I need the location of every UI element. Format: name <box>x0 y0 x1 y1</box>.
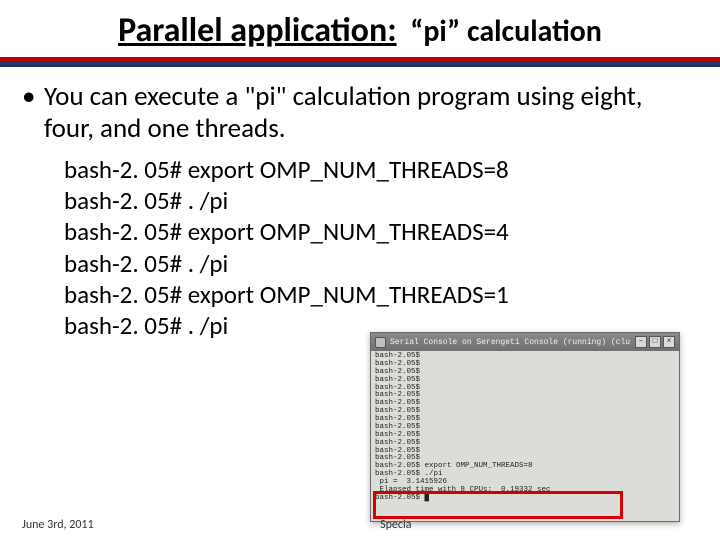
title-main: Parallel application: <box>118 10 396 51</box>
slide: Parallel application: “pi” calculation •… <box>0 0 720 540</box>
minimize-button[interactable]: – <box>635 336 647 348</box>
term-line: bash-2.05$ <box>375 361 675 369</box>
term-line: bash-2.05$ <box>375 448 675 456</box>
term-line: bash-2.05$ <box>375 392 675 400</box>
console-output[interactable]: bash-2.05$ bash-2.05$ bash-2.05$ bash-2.… <box>371 351 679 521</box>
bullet-item: • You can execute a "pi" calculation pro… <box>22 81 698 146</box>
console-titlebar[interactable]: Serial Console on Serengeti Console (run… <box>371 333 679 351</box>
cmd-line: bash-2. 05# . /pi <box>64 248 698 279</box>
term-line: bash-2.05$ <box>375 377 675 385</box>
footer: June 3rd, 2011 Specia <box>22 518 698 532</box>
maximize-button[interactable]: □ <box>649 336 661 348</box>
term-line: bash-2.05$ <box>375 408 675 416</box>
close-button[interactable]: × <box>663 336 675 348</box>
footer-date: June 3rd, 2011 <box>22 518 94 532</box>
command-block: bash-2. 05# export OMP_NUM_THREADS=8 bas… <box>22 154 698 342</box>
term-line: bash-2.05$ █ <box>375 495 675 503</box>
divider <box>0 57 720 67</box>
cmd-line: bash-2. 05# export OMP_NUM_THREADS=4 <box>64 216 698 247</box>
body: • You can execute a "pi" calculation pro… <box>0 67 720 341</box>
slide-title: Parallel application: “pi” calculation <box>118 10 602 51</box>
window-buttons: – □ × <box>635 336 675 348</box>
term-line: bash-2.05$ <box>375 353 675 361</box>
title-sub: “pi” calculation <box>410 13 602 50</box>
cmd-line: bash-2. 05# export OMP_NUM_THREADS=8 <box>64 154 698 185</box>
term-line: bash-2.05$ <box>375 432 675 440</box>
console-title: Serial Console on Serengeti Console (run… <box>390 338 631 347</box>
title-area: Parallel application: “pi” calculation <box>0 0 720 51</box>
cmd-line: bash-2. 05# export OMP_NUM_THREADS=1 <box>64 279 698 310</box>
term-line: bash-2.05$ <box>375 385 675 393</box>
console-window: Serial Console on Serengeti Console (run… <box>370 332 680 522</box>
bullet-text: You can execute a "pi" calculation progr… <box>44 81 698 146</box>
term-line: bash-2.05$ <box>375 424 675 432</box>
cmd-line: bash-2. 05# . /pi <box>64 185 698 216</box>
term-line: bash-2.05$ <box>375 400 675 408</box>
terminal-icon <box>375 337 386 348</box>
term-line: bash-2.05$ <box>375 416 675 424</box>
bullet-dot: • <box>22 81 44 146</box>
footer-center: Specia <box>380 518 411 532</box>
term-line: bash-2.05$ <box>375 369 675 377</box>
term-line: bash-2.05$ <box>375 440 675 448</box>
